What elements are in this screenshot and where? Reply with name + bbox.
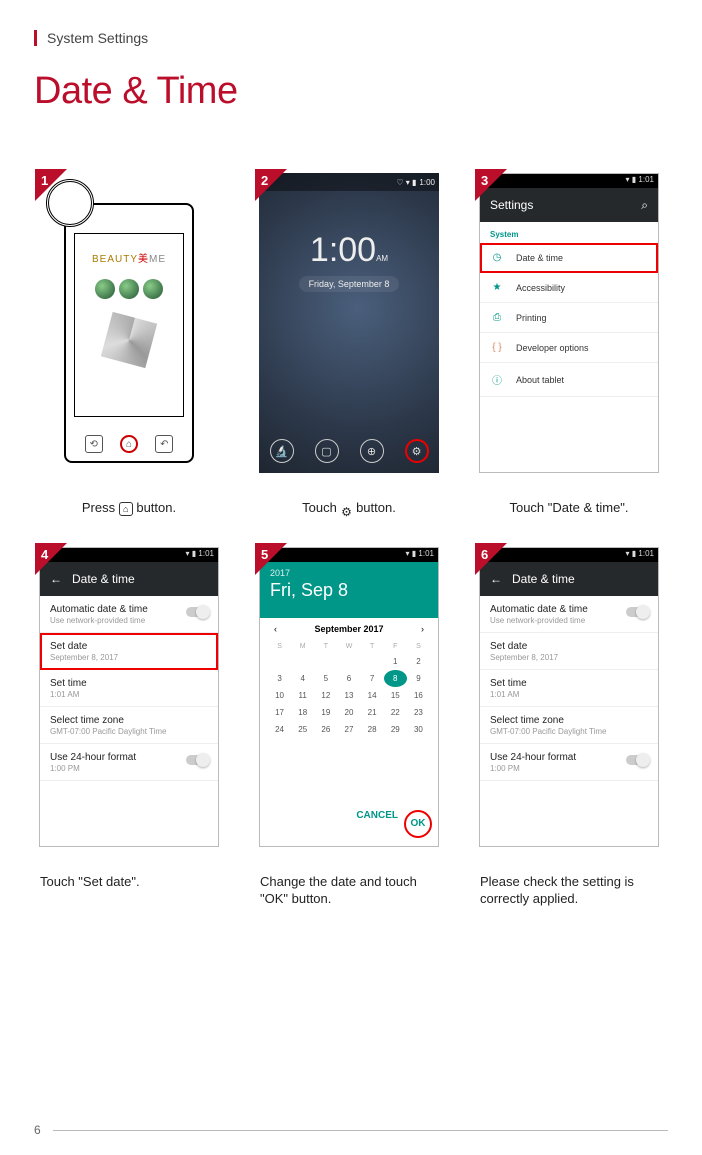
- set-time-row[interactable]: Set time1:01 AM: [40, 670, 218, 707]
- app-screen: BEAUTY美ME: [74, 233, 184, 417]
- 24h-row[interactable]: Use 24-hour format1:00 PM: [40, 744, 218, 781]
- timezone-row[interactable]: Select time zoneGMT-07:00 Pacific Daylig…: [480, 707, 658, 744]
- step-badge-2: 2: [255, 169, 287, 201]
- gear-icon: [340, 503, 352, 515]
- step-badge-6: 6: [475, 543, 507, 575]
- lock-screen: ♡ ▾ ▮ 1:00 1:00AM Friday, September 8 🔬 …: [259, 173, 439, 473]
- lock-clock: 1:00AM: [259, 231, 439, 270]
- person-icon: ★: [490, 282, 504, 293]
- auto-date-row[interactable]: Automatic date & timeUse network-provide…: [40, 596, 218, 633]
- step-badge-5: 5: [255, 543, 287, 575]
- settings-item-accessibility[interactable]: ★Accessibility: [480, 273, 658, 303]
- step-caption-4: Touch "Set date".: [34, 873, 224, 891]
- clock-icon: ◷: [490, 252, 504, 263]
- timezone-row[interactable]: Select time zoneGMT-07:00 Pacific Daylig…: [40, 707, 218, 744]
- step-caption-1: Press ⌂ button.: [34, 499, 224, 517]
- step-badge-4: 4: [35, 543, 67, 575]
- refresh-button[interactable]: ⟲: [85, 435, 103, 453]
- prev-month-icon[interactable]: ‹: [274, 624, 277, 634]
- step-badge-1: 1: [35, 169, 67, 201]
- app-logo: BEAUTY美ME: [92, 250, 166, 265]
- cube-image: [101, 312, 157, 368]
- page-footer: 6: [34, 1123, 668, 1137]
- settings-item-developer[interactable]: { }Developer options: [480, 333, 658, 363]
- settings-screen: ▾ ▮ 1:01 Settings ⌕ System ◷Date & time …: [479, 173, 659, 473]
- breadcrumb: System Settings: [34, 30, 668, 46]
- home-button[interactable]: ⌂: [120, 435, 138, 453]
- settings-gear-icon[interactable]: ⚙: [405, 439, 429, 463]
- toggle-switch[interactable]: [626, 607, 648, 617]
- toggle-switch[interactable]: [626, 755, 648, 765]
- settings-item-date-time[interactable]: ◷Date & time: [480, 243, 658, 273]
- braces-icon: { }: [490, 342, 504, 353]
- calendar-screen: 2▾ ▮ 1:01 2017 Fri, Sep 8 ‹ September 20…: [259, 547, 439, 847]
- device-frame: BEAUTY美ME ⟲ ⌂ ↶: [64, 203, 194, 463]
- 24h-row[interactable]: Use 24-hour format1:00 PM: [480, 744, 658, 781]
- set-time-row[interactable]: Set time1:01 AM: [480, 670, 658, 707]
- next-month-icon[interactable]: ›: [421, 624, 424, 634]
- step-caption-3: Touch "Date & time".: [474, 499, 664, 517]
- toggle-switch[interactable]: [186, 607, 208, 617]
- product-icon[interactable]: [119, 279, 139, 299]
- set-date-row[interactable]: Set dateSeptember 8, 2017: [480, 633, 658, 670]
- calendar-grid[interactable]: SMTWTFS123456789101112131415161718192021…: [260, 640, 438, 738]
- start-diagnosis-icon[interactable]: [95, 279, 115, 299]
- photo-icon[interactable]: ▢: [315, 439, 339, 463]
- settings-item-about[interactable]: ⓘAbout tablet: [480, 363, 658, 397]
- month-label: September 2017: [314, 624, 383, 634]
- settings-item-printing[interactable]: ⎙Printing: [480, 303, 658, 333]
- step-badge-3: 3: [475, 169, 507, 201]
- set-date-row[interactable]: Set dateSeptember 8, 2017: [40, 633, 218, 670]
- cancel-button[interactable]: CANCEL: [356, 810, 398, 838]
- info-icon: ⓘ: [490, 372, 504, 387]
- date-time-screen-confirm: ▾ ▮ 1:01 ←Date & time Automatic date & t…: [479, 547, 659, 847]
- ok-button[interactable]: OK: [404, 810, 432, 838]
- page-title: Date & Time: [34, 70, 668, 113]
- toggle-switch[interactable]: [186, 755, 208, 765]
- step-caption-6: Please check the setting is correctly ap…: [474, 873, 664, 908]
- step-caption-2: Touch button.: [254, 499, 444, 517]
- section-label: System: [480, 222, 658, 243]
- auto-date-row[interactable]: Automatic date & timeUse network-provide…: [480, 596, 658, 633]
- search-icon[interactable]: ⌕: [641, 198, 648, 213]
- microscope-icon[interactable]: 🔬: [270, 439, 294, 463]
- intro-icon[interactable]: [143, 279, 163, 299]
- home-icon: ⌂: [119, 502, 133, 516]
- step-caption-5: Change the date and touch "OK" button.: [254, 873, 444, 908]
- globe-icon[interactable]: ⊕: [360, 439, 384, 463]
- printer-icon: ⎙: [490, 312, 504, 323]
- back-button[interactable]: ↶: [155, 435, 173, 453]
- lock-date: Friday, September 8: [299, 276, 400, 292]
- date-time-screen: ▾ ▮ 1:01 ←Date & time Automatic date & t…: [39, 547, 219, 847]
